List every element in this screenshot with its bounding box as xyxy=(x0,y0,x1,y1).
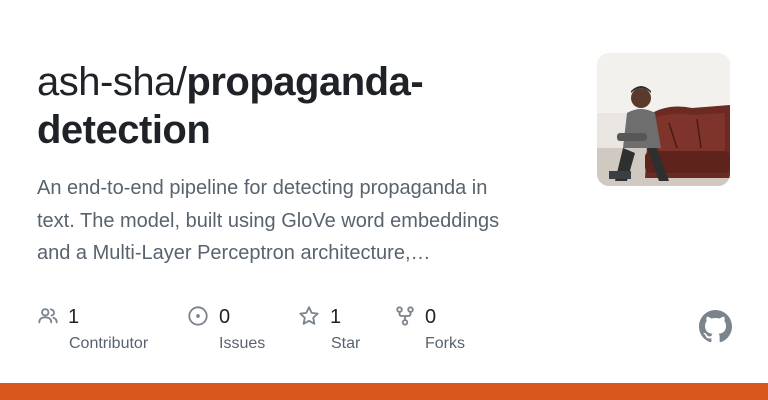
description-line: An end-to-end pipeline for detecting pro… xyxy=(37,177,488,199)
owner-avatar[interactable] xyxy=(597,53,730,186)
repo-description: An end-to-end pipeline for detecting pro… xyxy=(37,172,567,270)
github-icon[interactable] xyxy=(699,310,732,343)
stars-label: Star xyxy=(331,335,361,352)
issues-label: Issues xyxy=(219,335,266,352)
people-icon xyxy=(38,308,58,324)
star-icon xyxy=(299,306,319,325)
issues-count: 0 xyxy=(219,306,231,328)
fork-icon xyxy=(396,306,414,326)
forks-count: 0 xyxy=(425,306,437,328)
user-photo xyxy=(597,53,730,186)
repo-name-part-2[interactable]: detection xyxy=(37,108,211,152)
repo-name-part-1[interactable]: propaganda- xyxy=(186,60,423,104)
forks-label: Forks xyxy=(425,335,465,352)
repo-owner[interactable]: ash-sha/ xyxy=(37,60,187,104)
language-color-bar xyxy=(0,383,768,400)
repo-title[interactable]: ash-sha/propaganda- detection xyxy=(37,58,577,154)
issue-icon xyxy=(188,306,208,326)
stars-count: 1 xyxy=(330,306,342,328)
description-line: and a Multi-Layer Perceptron architectur… xyxy=(37,242,431,264)
contributors-label: Contributor xyxy=(69,335,149,352)
contributors-count: 1 xyxy=(68,306,80,328)
repo-social-card: ash-sha/propaganda- detection An end-to-… xyxy=(0,0,768,400)
description-line: text. The model, built using GloVe word … xyxy=(37,209,500,232)
